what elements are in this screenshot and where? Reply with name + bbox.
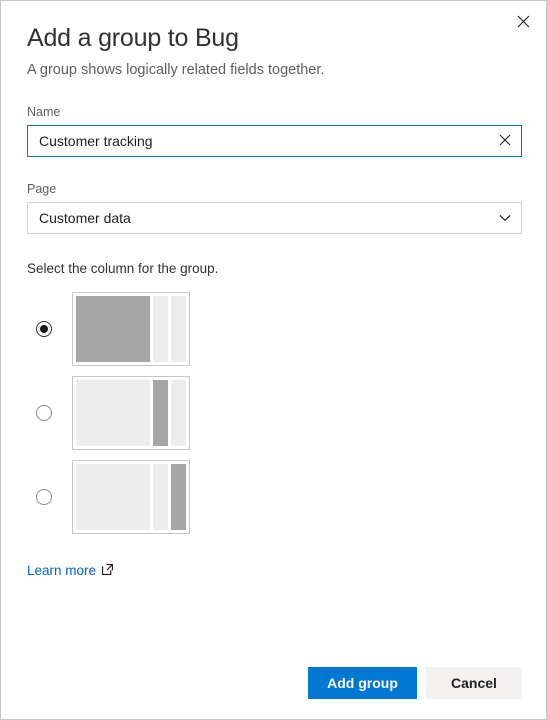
preview-column-1 bbox=[76, 380, 150, 446]
cancel-button[interactable]: Cancel bbox=[426, 666, 522, 699]
learn-more-link[interactable]: Learn more bbox=[27, 562, 113, 580]
preview-column-2 bbox=[153, 380, 168, 446]
column-choice-group bbox=[27, 292, 522, 534]
layout-preview-first bbox=[72, 292, 190, 366]
clear-icon bbox=[499, 134, 511, 149]
dialog-body: Name Page Customer data Select the colum… bbox=[1, 104, 546, 580]
layout-preview-second bbox=[72, 376, 190, 450]
preview-column-2 bbox=[153, 464, 168, 530]
name-field-label: Name bbox=[27, 105, 61, 119]
column-option-second[interactable] bbox=[27, 376, 522, 450]
close-button[interactable] bbox=[503, 3, 543, 39]
preview-column-2 bbox=[153, 296, 168, 362]
radio-second-column[interactable] bbox=[36, 405, 52, 421]
chevron-down-icon bbox=[489, 214, 521, 222]
page-dropdown-value: Customer data bbox=[39, 210, 131, 226]
name-input[interactable] bbox=[28, 126, 489, 156]
dialog-footer: Add group Cancel bbox=[1, 646, 546, 719]
preview-column-3 bbox=[171, 380, 186, 446]
column-choice-label: Select the column for the group. bbox=[27, 261, 219, 276]
add-group-button[interactable]: Add group bbox=[308, 666, 417, 699]
preview-column-1 bbox=[76, 464, 150, 530]
preview-column-3 bbox=[171, 296, 186, 362]
preview-column-1 bbox=[76, 296, 150, 362]
radio-first-column[interactable] bbox=[36, 321, 52, 337]
page-title: Add a group to Bug bbox=[27, 24, 239, 52]
column-option-third[interactable] bbox=[27, 460, 522, 534]
page-dropdown[interactable]: Customer data bbox=[27, 202, 522, 234]
learn-more-label: Learn more bbox=[27, 563, 97, 578]
dialog-header: Add a group to Bug A group shows logical… bbox=[1, 1, 546, 80]
clear-name-button[interactable] bbox=[489, 126, 521, 156]
preview-column-3 bbox=[171, 464, 186, 530]
page-field-label: Page bbox=[27, 182, 57, 196]
layout-preview-third bbox=[72, 460, 190, 534]
add-group-dialog: Add a group to Bug A group shows logical… bbox=[0, 0, 547, 720]
close-icon bbox=[517, 15, 530, 28]
name-field[interactable] bbox=[27, 125, 522, 157]
external-link-icon bbox=[102, 562, 113, 580]
dialog-subtitle: A group shows logically related fields t… bbox=[27, 62, 325, 78]
radio-third-column[interactable] bbox=[36, 489, 52, 505]
column-option-first[interactable] bbox=[27, 292, 522, 366]
